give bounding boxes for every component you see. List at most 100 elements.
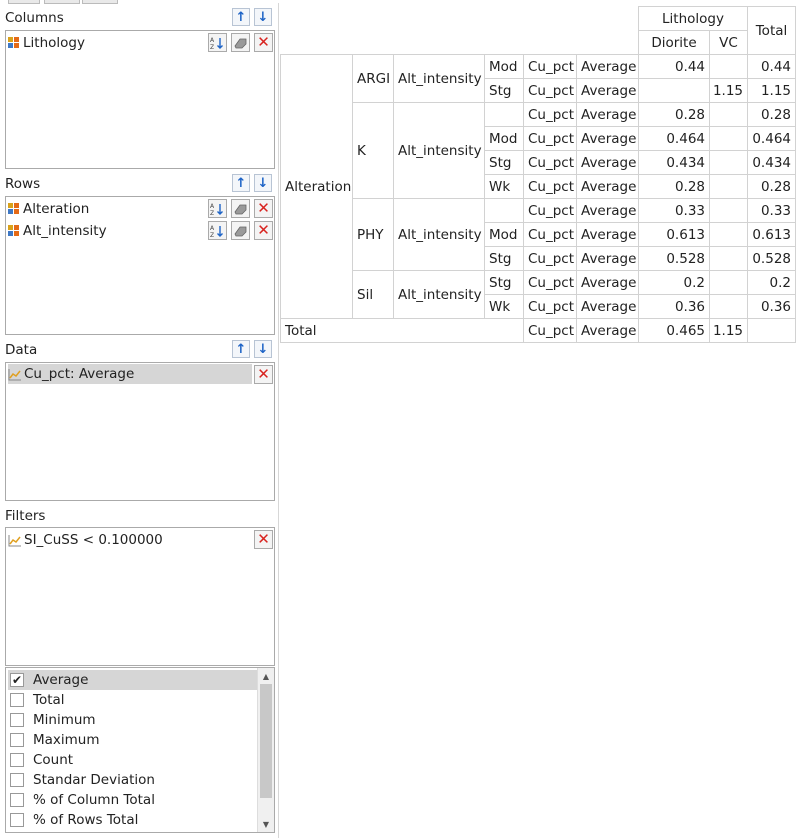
value-cell: [709, 150, 748, 175]
columns-move-down-button[interactable]: ↓: [254, 8, 272, 26]
data-move-down-button[interactable]: ↓: [254, 340, 272, 358]
agg-option-label: Maximum: [33, 732, 100, 748]
delete-button[interactable]: ✕: [254, 221, 273, 240]
aggregation-checklist[interactable]: ✔ Average Total Minimum Maximum Count St…: [5, 667, 275, 833]
scroll-thumb[interactable]: [260, 684, 272, 798]
row-total-cell: 0.36: [747, 294, 796, 319]
checkbox[interactable]: [10, 773, 24, 787]
clear-button[interactable]: [231, 33, 250, 52]
value-cell: 0.36: [638, 294, 710, 319]
column-field-label: Lithology: [23, 35, 85, 51]
checkbox[interactable]: [10, 733, 24, 747]
checkbox[interactable]: ✔: [10, 673, 24, 687]
arrow-down-icon: ↓: [257, 175, 269, 191]
agg-option-pct-column-total[interactable]: % of Column Total: [8, 790, 260, 810]
scroll-down-icon[interactable]: ▼: [258, 816, 274, 832]
measure-cell: Cu_pct: [523, 126, 577, 151]
checkbox[interactable]: [10, 713, 24, 727]
column-header: VC: [709, 30, 748, 55]
columns-title: Columns: [5, 10, 64, 26]
row-field-label: Alt_intensity: [393, 102, 485, 199]
value-cell: [709, 54, 748, 79]
checkbox[interactable]: [10, 793, 24, 807]
eraser-icon: [234, 204, 247, 215]
sort-button[interactable]: AZ: [208, 33, 227, 52]
value-cell: [709, 270, 748, 295]
toolbar-tab-3[interactable]: [82, 0, 118, 4]
value-cell: [638, 78, 710, 103]
value-cell: 0.33: [638, 198, 710, 223]
panel-divider[interactable]: [278, 3, 279, 838]
delete-button[interactable]: ✕: [254, 530, 273, 549]
filters-list[interactable]: SI_CuSS < 0.100000 ✕: [5, 527, 275, 666]
row-field-label: Alt_intensity: [393, 54, 485, 103]
value-cell: [709, 198, 748, 223]
delete-icon: ✕: [257, 33, 270, 51]
field-icon: [8, 202, 21, 216]
sort-button[interactable]: AZ: [208, 199, 227, 218]
aggregation-cell: Average: [576, 150, 639, 175]
rows-move-down-button[interactable]: ↓: [254, 174, 272, 192]
arrow-down-icon: ↓: [257, 341, 269, 357]
agg-option-std-dev[interactable]: Standar Deviation: [8, 770, 260, 790]
svg-text:A: A: [210, 37, 215, 44]
measure-cell: Cu_pct: [523, 270, 577, 295]
measure-cell: Cu_pct: [523, 102, 577, 127]
delete-button[interactable]: ✕: [254, 199, 273, 218]
measure-cell: Cu_pct: [523, 54, 577, 79]
row-field-label: Alt_intensity: [23, 223, 107, 239]
columns-list[interactable]: Lithology AZ ✕: [5, 30, 275, 169]
columns-move-up-button[interactable]: ↑: [232, 8, 250, 26]
agg-option-pct-rows-total[interactable]: % of Rows Total: [8, 810, 260, 830]
checkbox[interactable]: [10, 813, 24, 827]
value-cell: [709, 222, 748, 247]
column-header: Diorite: [638, 30, 710, 55]
agg-option-maximum[interactable]: Maximum: [8, 730, 260, 750]
value-cell: [709, 102, 748, 127]
eraser-icon: [234, 226, 247, 237]
row-total-cell: 0.28: [747, 174, 796, 199]
delete-icon: ✕: [257, 365, 270, 383]
delete-button[interactable]: ✕: [254, 33, 273, 52]
agg-option-count[interactable]: Count: [8, 750, 260, 770]
measure-chart-icon: [8, 534, 21, 546]
column-field-item[interactable]: Lithology: [8, 33, 204, 53]
agg-option-total[interactable]: Total: [8, 690, 260, 710]
rows-move-up-button[interactable]: ↑: [232, 174, 250, 192]
agg-option-average[interactable]: ✔ Average: [8, 670, 260, 690]
scroll-up-icon[interactable]: ▲: [258, 668, 274, 684]
data-measure-item[interactable]: Cu_pct: Average: [8, 364, 252, 384]
checkbox[interactable]: [10, 753, 24, 767]
intensity-cell: Stg: [484, 246, 524, 271]
sort-button[interactable]: AZ: [208, 221, 227, 240]
sort-az-icon: AZ: [210, 37, 223, 50]
delete-button[interactable]: ✕: [254, 365, 273, 384]
agg-option-minimum[interactable]: Minimum: [8, 710, 260, 730]
intensity-cell: Wk: [484, 174, 524, 199]
row-total-cell: 0.528: [747, 246, 796, 271]
clear-button[interactable]: [231, 199, 250, 218]
aggregation-cell: Average: [576, 174, 639, 199]
intensity-cell: Stg: [484, 78, 524, 103]
delete-icon: ✕: [257, 530, 270, 548]
svg-text:Z: Z: [210, 232, 214, 238]
svg-text:A: A: [210, 203, 215, 210]
rows-list[interactable]: Alteration AZ ✕ Alt_intensity AZ ✕: [5, 196, 275, 335]
row-total-cell: 1.15: [747, 78, 796, 103]
clear-button[interactable]: [231, 221, 250, 240]
checkbox[interactable]: [10, 693, 24, 707]
intensity-cell: Mod: [484, 54, 524, 79]
field-icon: [8, 36, 21, 50]
data-list[interactable]: Cu_pct: Average ✕: [5, 362, 275, 501]
row-group-label: K: [352, 102, 394, 199]
checklist-scrollbar[interactable]: ▲ ▼: [257, 668, 274, 832]
value-cell: 0.464: [638, 126, 710, 151]
row-field-item[interactable]: Alt_intensity: [8, 221, 204, 241]
row-field-item[interactable]: Alteration: [8, 199, 204, 219]
filter-item[interactable]: SI_CuSS < 0.100000: [8, 530, 252, 550]
aggregation-cell: Average: [576, 54, 639, 79]
column-group-header: Lithology: [638, 6, 748, 31]
toolbar-tab-1[interactable]: [8, 0, 40, 4]
data-move-up-button[interactable]: ↑: [232, 340, 250, 358]
toolbar-tab-2[interactable]: [44, 0, 80, 4]
